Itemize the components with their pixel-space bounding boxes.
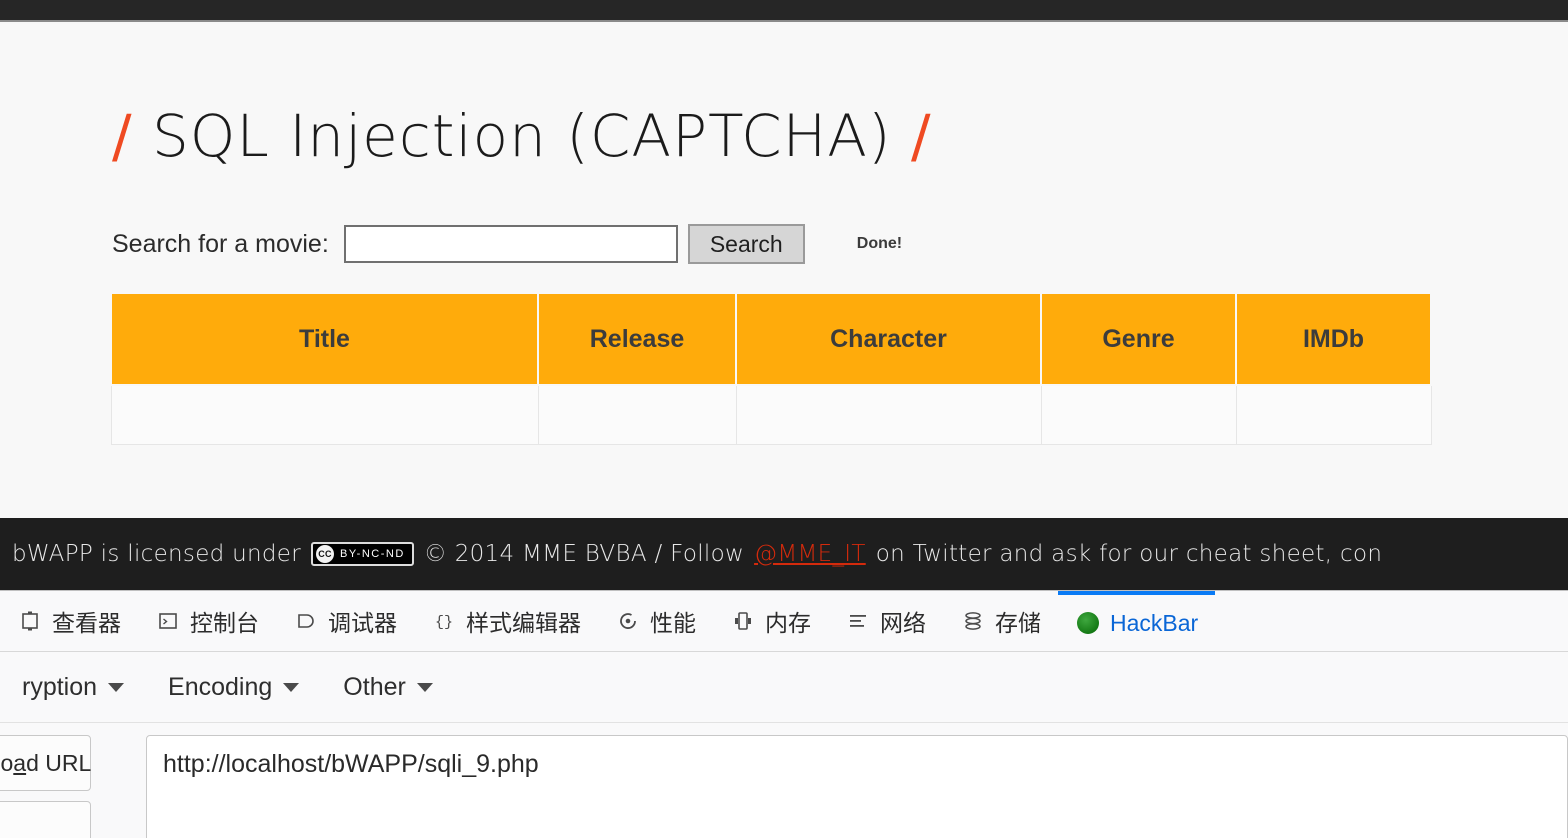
chevron-down-icon [416,682,433,692]
chevron-down-icon [108,682,125,692]
tab-console-label: 控制台 [190,610,259,636]
menu-other-label: Other [343,672,406,701]
footer-text-after: on Twitter and ask for our cheat sheet, … [875,541,1383,567]
site-footer: bWAPP is licensed under CC BY-NC-ND © 20… [0,518,1568,590]
network-icon [845,608,871,634]
devtools-tab-bar: 查看器 控制台 调试器 {} 样式编辑器 性能 内存 网络 存储 HackBar [0,591,1568,652]
search-status-text: Done! [856,235,903,252]
inspector-icon [17,608,43,634]
tab-console[interactable]: 控制台 [138,591,276,651]
devtools-panel: 查看器 控制台 调试器 {} 样式编辑器 性能 内存 网络 存储 HackBar… [0,590,1568,838]
column-header-release: Release [537,292,737,386]
tab-hackbar-label: HackBar [1110,609,1199,636]
cell-release [537,384,737,445]
title-slash-right: / [910,102,932,170]
tab-memory-label: 内存 [765,610,811,636]
search-button[interactable]: Search [687,224,805,264]
search-form: Search for a movie: Search Done! [112,222,902,266]
cell-imdb [1235,384,1432,445]
load-url-label-post: d URL [26,749,92,776]
footer-text-before: bWAPP is licensed under [12,541,302,567]
search-input[interactable] [343,225,678,263]
memory-icon [730,608,756,634]
screen: / SQL Injection (CAPTCHA) / Search for a… [0,0,1568,838]
tab-memory[interactable]: 内存 [713,591,828,651]
tab-storage-label: 存储 [995,610,1041,636]
footer-text-middle: © 2014 MME BVBA / Follow [423,541,745,567]
tab-network[interactable]: 网络 [828,591,943,651]
svg-text:{}: {} [435,614,453,631]
cell-character [735,384,1042,445]
column-header-character: Character [735,292,1042,386]
load-url-label-pre: Lo [0,749,14,776]
cc-terms-label: BY-NC-ND [340,548,405,560]
column-header-genre: Genre [1040,292,1237,386]
web-page-content: / SQL Injection (CAPTCHA) / Search for a… [0,24,1568,518]
twitter-handle-link[interactable]: @MME_IT [754,541,866,567]
hackbar-menu-bar: ryption Encoding Other [0,652,1568,723]
column-header-imdb: IMDb [1235,292,1432,386]
load-url-button[interactable]: Load URL [0,735,91,791]
console-icon [155,608,181,634]
load-url-label-accel: a [13,749,27,776]
split-url-button[interactable] [0,801,91,838]
page-title: / SQL Injection (CAPTCHA) / [112,102,932,170]
title-slash-left: / [112,102,133,170]
cc-logo-icon: CC [316,545,335,563]
table-header-row: Title Release Character Genre IMDb [110,292,1432,386]
menu-encoding-label: Encoding [168,672,273,701]
search-label: Search for a movie: [112,229,329,258]
storage-icon [960,608,986,634]
tab-style-editor[interactable]: {} 样式编辑器 [414,591,598,651]
hackbar-body: Load URL http://localhost/bWAPP/sqli_9.p… [0,723,1568,838]
chevron-down-icon [283,682,300,692]
performance-icon [615,608,641,634]
menu-other[interactable]: Other [321,673,455,702]
tab-storage[interactable]: 存储 [943,591,1058,651]
page-title-text: SQL Injection (CAPTCHA) [151,102,892,170]
menu-encryption-label: ryption [22,672,98,701]
tab-style-editor-label: 样式编辑器 [466,610,581,636]
tab-inspector[interactable]: 查看器 [0,591,138,651]
tab-debugger-label: 调试器 [328,610,397,636]
url-input[interactable]: http://localhost/bWAPP/sqli_9.php [146,735,1568,838]
movie-results-table: Title Release Character Genre IMDb [110,292,1432,445]
style-editor-icon: {} [431,608,457,634]
column-header-title: Title [110,292,539,386]
hackbar-button-column: Load URL [0,735,146,838]
table-row [110,384,1432,445]
tab-debugger[interactable]: 调试器 [276,591,414,651]
cell-title [110,384,539,445]
menu-encoding[interactable]: Encoding [146,673,321,702]
browser-top-bar [0,0,1568,22]
creative-commons-badge: CC BY-NC-ND [311,542,414,566]
tab-hackbar[interactable]: HackBar [1058,591,1216,651]
tab-performance[interactable]: 性能 [598,591,713,651]
cell-genre [1040,384,1237,445]
tab-performance-label: 性能 [650,610,696,636]
hackbar-icon [1075,610,1101,636]
tab-network-label: 网络 [880,610,926,636]
debugger-icon [293,608,319,634]
tab-inspector-label: 查看器 [52,610,121,636]
menu-encryption[interactable]: ryption [0,673,146,702]
